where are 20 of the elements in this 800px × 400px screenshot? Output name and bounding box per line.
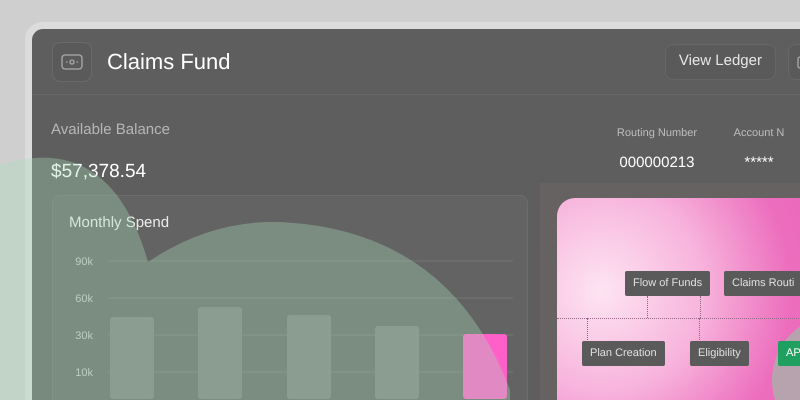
axis-tick-label: 30k: [75, 330, 93, 342]
diagram-node: Eligibility: [690, 341, 749, 366]
diagram-node: Claims Routi: [724, 271, 800, 296]
axis-tick-label: 60k: [75, 292, 93, 304]
fund-title: Claims Fund: [107, 48, 230, 76]
bar: [463, 334, 507, 398]
axis-tick-label: 10k: [75, 366, 93, 378]
detail-value: *****: [744, 152, 774, 172]
view-ledger-button[interactable]: View Ledger: [664, 44, 776, 80]
detail-value: 000000213: [619, 152, 694, 172]
diagram-node: Flow of Funds: [625, 271, 710, 296]
detail-label: Routing Number: [616, 126, 697, 141]
detail-label: Account N: [734, 126, 784, 141]
balance-label: Available Balance: [51, 120, 170, 140]
chart-title: Monthly Spend: [69, 213, 170, 233]
wallet-icon: [52, 42, 92, 82]
diagram-node: Plan Creation: [582, 341, 665, 366]
balance-amount: $57,378.54: [51, 160, 148, 184]
diagram-node: AP: [778, 341, 800, 366]
axis-tick-label: 90k: [75, 256, 93, 268]
